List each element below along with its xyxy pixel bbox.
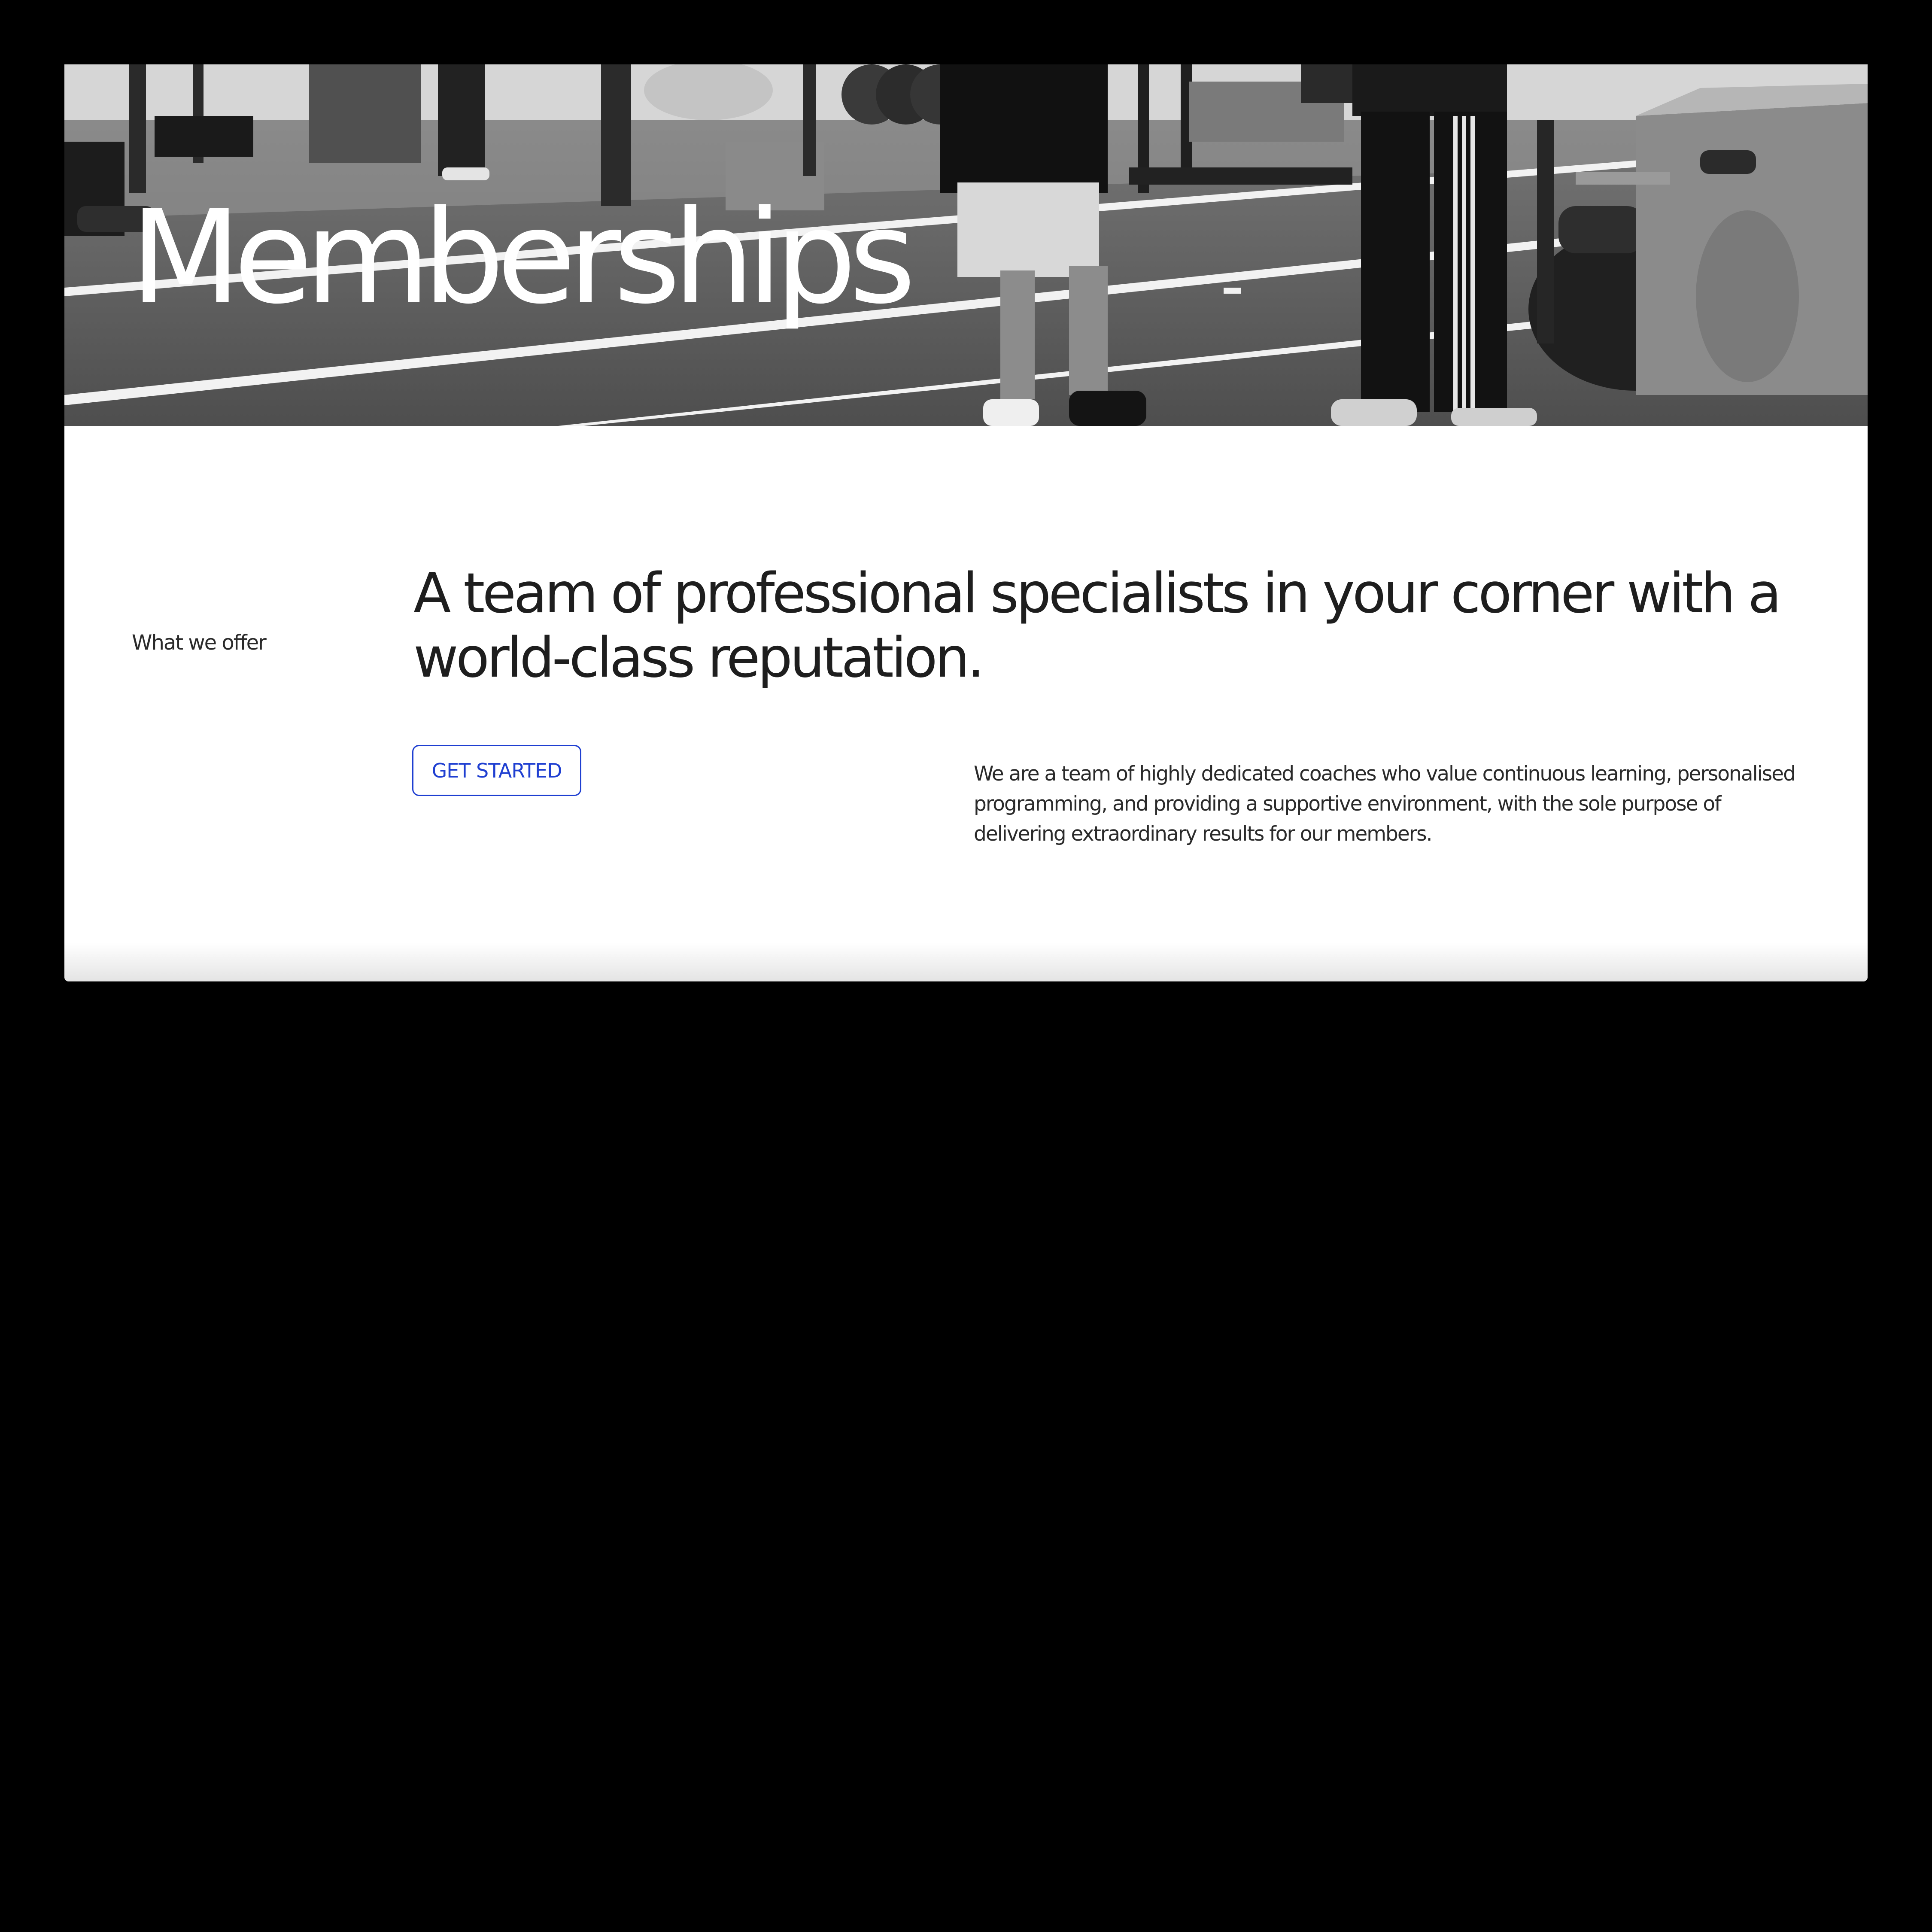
section-body-text: We are a team of highly dedicated coache… [974, 762, 1796, 846]
page-card: Memberships What we offer A team of prof… [64, 64, 1868, 981]
hero-banner: Memberships [64, 64, 1868, 426]
section-eyebrow: What we offer [132, 631, 267, 655]
section-headline: A team of professional specialists in yo… [413, 562, 1782, 690]
get-started-button[interactable]: GET STARTED [412, 745, 581, 796]
page-title: Memberships [130, 182, 916, 332]
